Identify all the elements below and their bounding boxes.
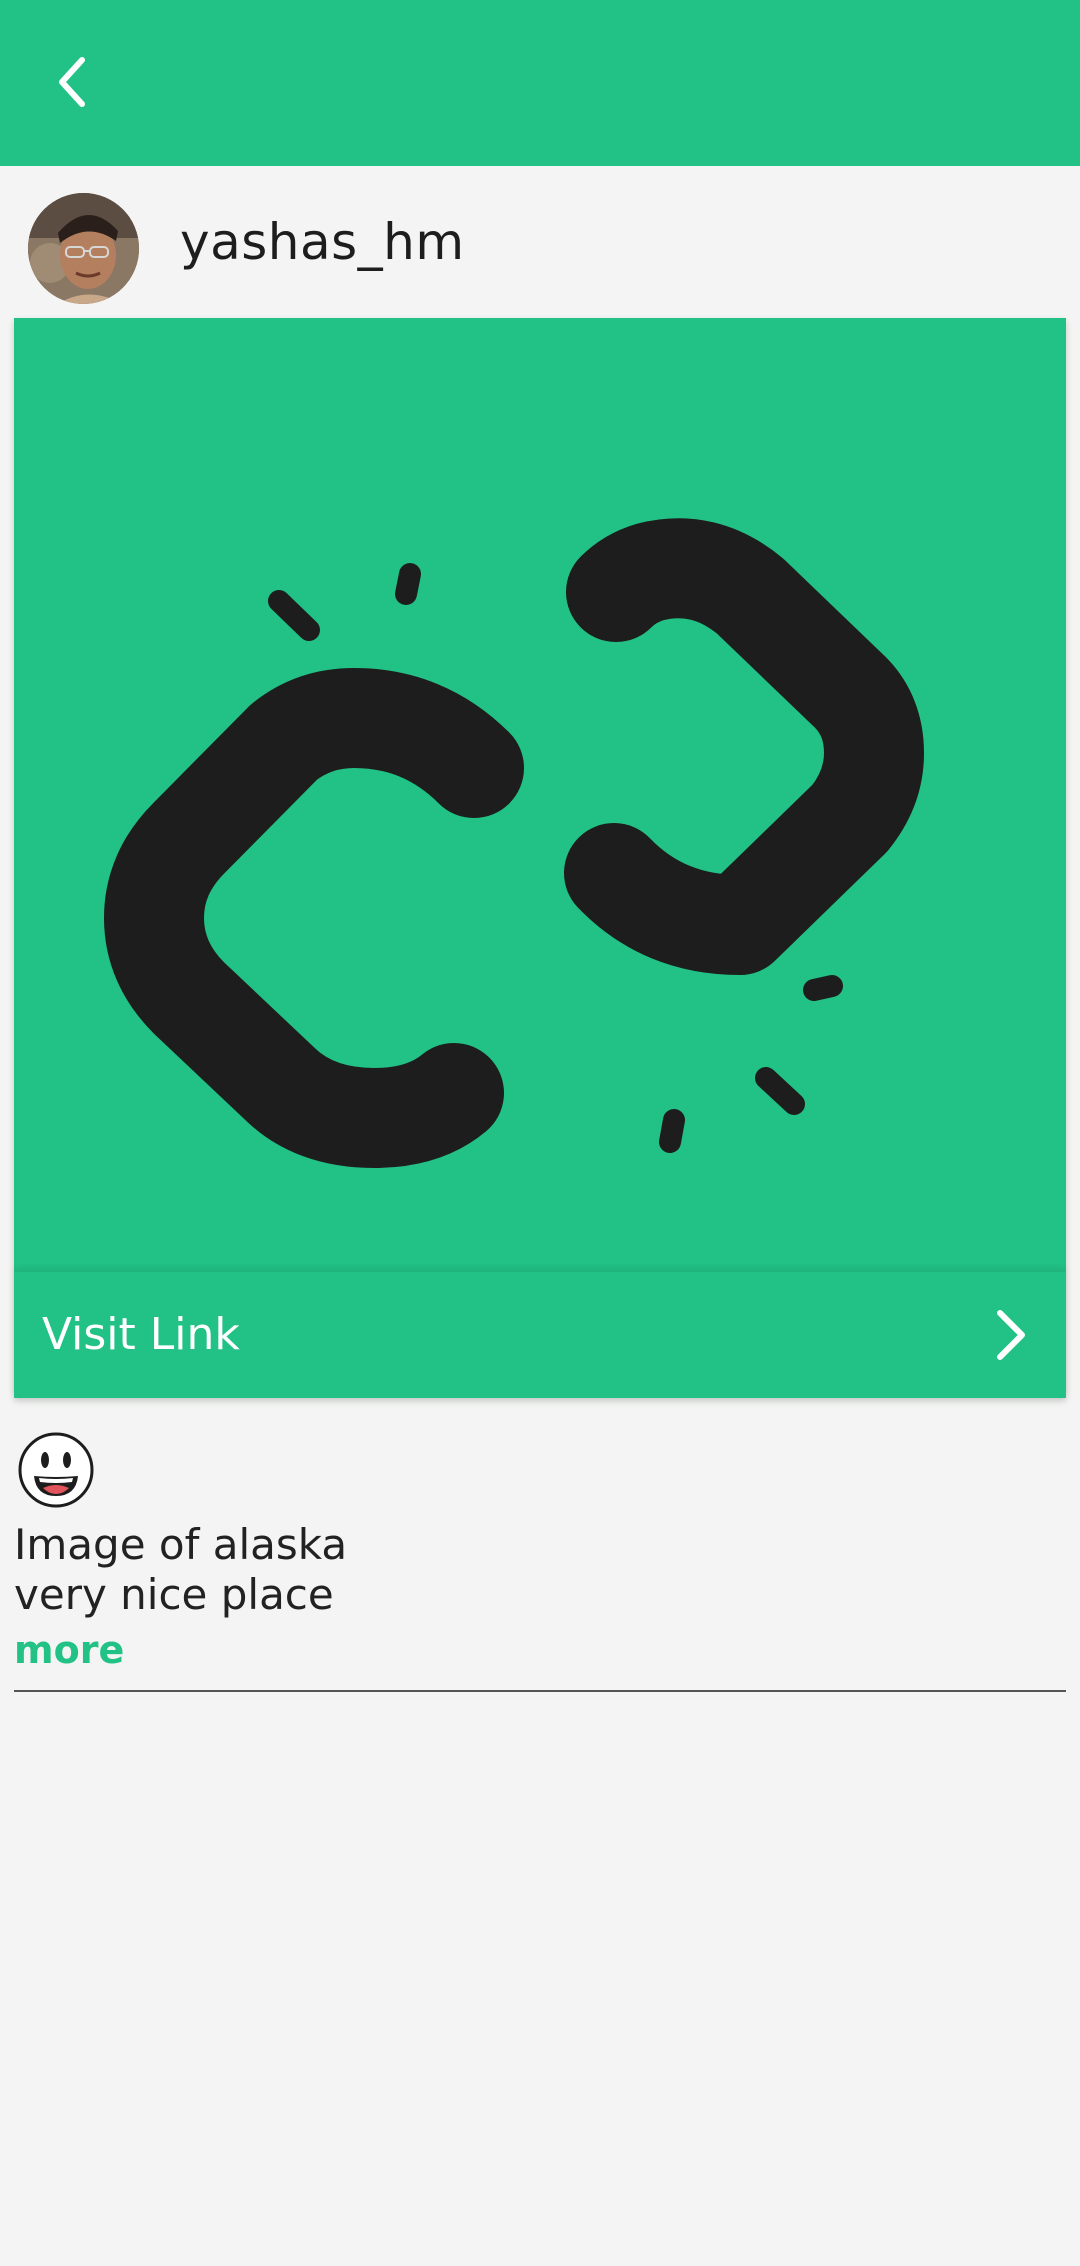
broken-link-icon [104, 518, 924, 1168]
arrow-back-icon [59, 57, 85, 107]
more-link[interactable]: more [14, 1628, 124, 1672]
username[interactable]: yashas_hm [180, 213, 465, 271]
app-bar [0, 0, 1080, 166]
chevron-right-icon [997, 1310, 1025, 1360]
link-preview-card[interactable]: Visit Link [14, 318, 1066, 1398]
avatar[interactable] [28, 193, 139, 304]
caption-line-1: Image of alaska [14, 1520, 348, 1569]
caption-line-2: very nice place [14, 1570, 334, 1619]
grinning-face-emoji[interactable] [16, 1430, 96, 1510]
visit-link-button[interactable]: Visit Link [14, 1272, 1066, 1398]
user-avatar-image [28, 193, 139, 304]
post-header: yashas_hm [0, 166, 1080, 318]
visit-link-label: Visit Link [42, 1309, 240, 1360]
divider [14, 1690, 1066, 1692]
back-button[interactable] [36, 42, 108, 122]
post-caption: Image of alaska very nice place [14, 1520, 347, 1620]
